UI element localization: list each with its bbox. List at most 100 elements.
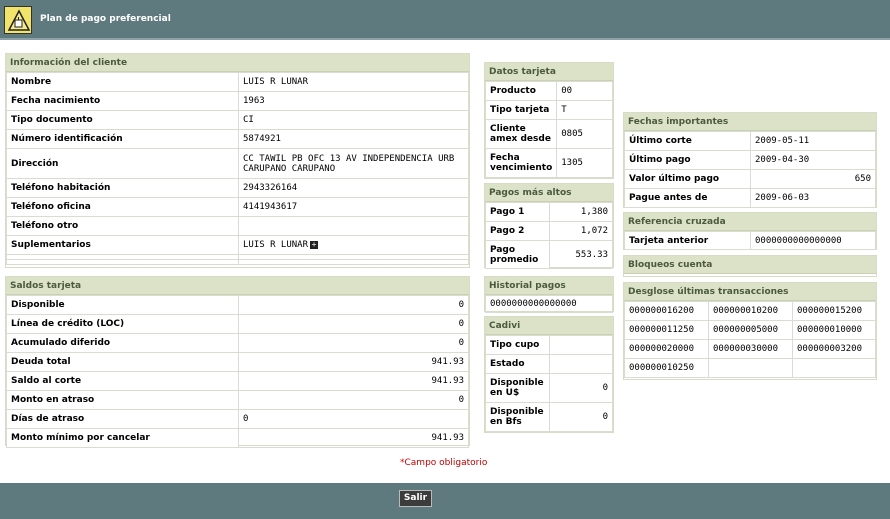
transaction-cell: [792, 358, 876, 378]
cross-reference-header: Referencia cruzada: [624, 213, 876, 231]
table-row: Línea de crédito (LOC) 0: [6, 314, 469, 334]
last-payment-label: Último pago: [624, 150, 751, 170]
balances-panel: Saldos tarjeta Disponible 0 Línea de créd…: [5, 276, 470, 448]
important-dates-table: Último corte 2009-05-11 Último pago 2009-0…: [624, 131, 876, 208]
card-data-panel: Datos tarjeta Producto 00 Tipo tarjeta T C…: [484, 62, 614, 179]
other-phone-label: Teléfono otro: [6, 216, 239, 236]
table-row: Fecha vencimiento 1305: [484, 148, 613, 178]
last-statement-label: Último corte: [624, 131, 751, 151]
expiry-label: Fecha vencimiento: [484, 148, 558, 178]
birthdate-label: Fecha nacimiento: [6, 91, 239, 111]
supplementary-cell: LUIS R LUNAR +: [238, 235, 469, 255]
required-field-note: *Campo obligatorio: [400, 458, 487, 468]
balances-header: Saldos tarjeta: [6, 277, 469, 295]
minimum-payment-value: 941.93: [238, 428, 469, 448]
product-label: Producto: [484, 81, 558, 101]
expand-plus-icon[interactable]: +: [310, 240, 319, 249]
available-usd-value: 0: [549, 373, 613, 403]
table-row: Disponible en Bfs 0: [485, 402, 613, 432]
client-info-header: Información del cliente: [6, 54, 469, 72]
account-blocks-header: Bloqueos cuenta: [624, 256, 876, 274]
pay-before-label: Pague antes de: [624, 188, 751, 208]
overdue-amount-label: Monto en atraso: [6, 390, 239, 410]
last-statement-value: 2009-05-11: [750, 131, 876, 151]
transaction-cell: 000000003200: [792, 339, 876, 359]
id-number-label: Número identificación: [6, 129, 239, 149]
last-payment-value: 2009-04-30: [750, 150, 876, 170]
footer-bar: [0, 483, 890, 519]
table-row: Teléfono habitación 2943326164: [6, 178, 469, 198]
title-bar: Plan de pago preferencial: [0, 0, 890, 40]
available-bfs-value: 0: [549, 402, 613, 432]
exit-button[interactable]: Salir: [399, 490, 432, 507]
payment2-label: Pago 2: [485, 221, 550, 241]
required-text: Campo obligatorio: [404, 458, 488, 468]
address-value: CC TAWIL PB OFC 13 AV INDEPENDENCIA URB …: [238, 148, 469, 179]
total-debt-label: Deuda total: [6, 352, 239, 372]
important-dates-header: Fechas importantes: [624, 113, 876, 131]
overdue-amount-value: 0: [238, 390, 469, 410]
table-row: Monto en atraso 0: [6, 390, 469, 410]
last-payment-amount-value: 650: [750, 169, 876, 189]
table-row: Tipo tarjeta T: [484, 100, 613, 120]
avg-payment-value: 553.33: [549, 240, 613, 269]
statement-balance-value: 941.93: [238, 371, 469, 391]
amex-since-label: Cliente amex desde: [484, 119, 558, 149]
table-row: Teléfono otro: [6, 216, 469, 236]
table-row: Cliente amex desde 0805: [484, 119, 613, 149]
table-row: Dirección CC TAWIL PB OFC 13 AV INDEPENDE…: [6, 148, 469, 179]
expiry-value: 1305: [556, 148, 613, 178]
important-dates-panel: Fechas importantes Último corte 2009-05-1…: [623, 112, 877, 208]
payment2-value: 1,072: [549, 221, 613, 241]
total-debt-value: 941.93: [238, 352, 469, 372]
table-row: Último corte 2009-05-11: [624, 131, 876, 151]
cross-reference-panel: Referencia cruzada Tarjeta anterior 00000…: [623, 212, 877, 250]
transactions-header: Desglose últimas transacciones: [624, 283, 876, 301]
supplementary-label: Suplementarios: [6, 235, 239, 255]
other-phone-value: [238, 216, 469, 236]
transaction-cell: 000000030000: [708, 339, 793, 359]
avg-payment-label: Pago promedio: [485, 240, 550, 269]
cadivi-header: Cadivi: [485, 317, 613, 335]
payment-history-header: Historial pagos: [485, 277, 613, 295]
status-label: Estado: [485, 354, 550, 374]
credit-line-label: Línea de crédito (LOC): [6, 314, 239, 334]
card-type-label: Tipo tarjeta: [484, 100, 558, 120]
table-row: Nombre LUIS R LUNAR: [6, 72, 469, 92]
table-row: Número identificación 5874921: [6, 129, 469, 149]
quota-type-label: Tipo cupo: [485, 335, 550, 355]
name-value: LUIS R LUNAR: [238, 72, 469, 92]
account-blocks-panel: Bloqueos cuenta: [623, 255, 877, 277]
minimum-payment-label: Monto mínimo por cancelar: [6, 428, 239, 448]
table-row: Tipo documento CI: [6, 110, 469, 130]
table-row: Saldo al corte 941.93: [6, 371, 469, 391]
overdue-days-value: 0: [238, 409, 469, 429]
transaction-cell: 000000010000: [792, 320, 876, 340]
transaction-cell: 000000011250: [624, 320, 709, 340]
card-type-value: T: [556, 100, 613, 120]
transactions-panel: Desglose últimas transacciones 000000016…: [623, 282, 877, 380]
id-number-value: 5874921: [238, 129, 469, 149]
available-label: Disponible: [6, 295, 239, 315]
table-row: Disponible en U$ 0: [485, 373, 613, 403]
amex-since-value: 0805: [556, 119, 613, 149]
status-value: [549, 354, 613, 374]
transaction-cell: 000000005000: [708, 320, 793, 340]
doc-type-value: CI: [238, 110, 469, 130]
page-title: Plan de pago preferencial: [40, 14, 171, 24]
top-payments-panel: Pagos más altos Pago 1 1,380 Pago 2 1,072 …: [484, 183, 614, 269]
name-label: Nombre: [6, 72, 239, 92]
deferred-label: Acumulado diferido: [6, 333, 239, 353]
table-row: [6, 259, 469, 265]
top-payments-header: Pagos más altos: [485, 184, 613, 202]
doc-type-label: Tipo documento: [6, 110, 239, 130]
office-phone-label: Teléfono oficina: [6, 197, 239, 217]
deferred-value: 0: [238, 333, 469, 353]
available-bfs-label: Disponible en Bfs: [485, 402, 550, 432]
client-info-table: Nombre LUIS R LUNAR Fecha nacimiento 1963 …: [6, 72, 469, 265]
table-row: Pago 2 1,072: [485, 221, 613, 241]
transaction-cell: 000000016200: [624, 301, 709, 321]
product-value: 00: [556, 81, 613, 101]
table-row: Días de atraso 0: [6, 409, 469, 429]
table-row: Acumulado diferido 0: [6, 333, 469, 353]
